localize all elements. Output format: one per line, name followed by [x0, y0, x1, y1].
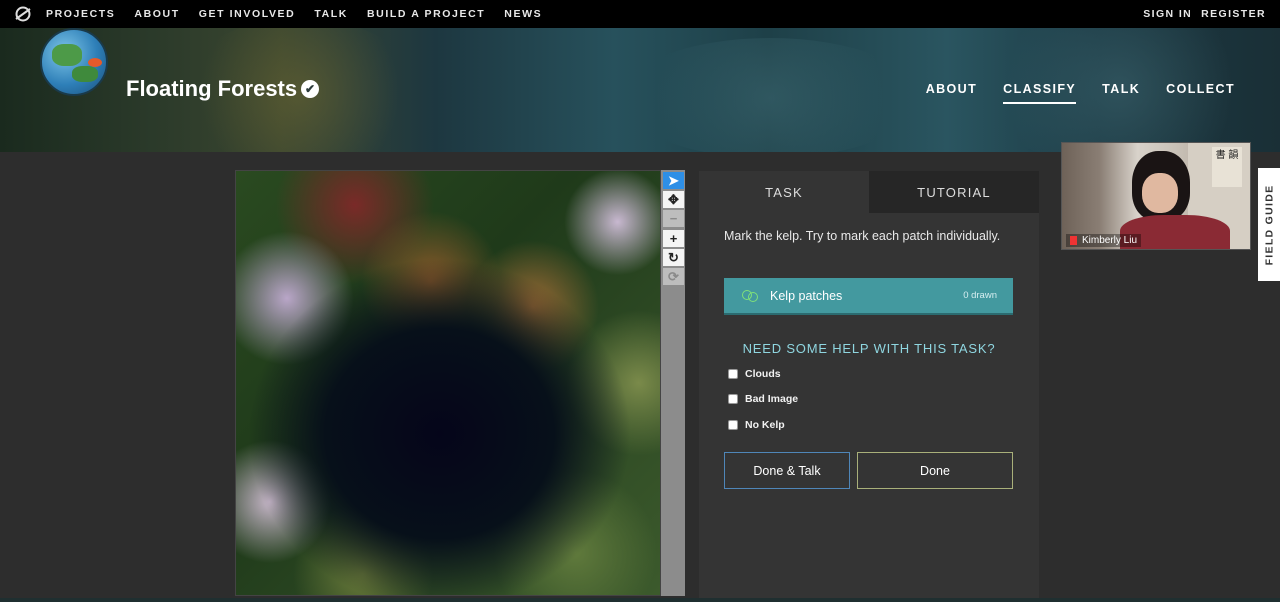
checkbox-clouds[interactable]: Clouds [728, 368, 781, 380]
task-tabs: TASK TUTORIAL [699, 171, 1039, 213]
video-call-overlay[interactable]: 書 韻 Kimberly Liu [1061, 142, 1251, 250]
tool-label: Kelp patches [770, 288, 843, 303]
page-bottom-edge [0, 598, 1280, 602]
avatar-land [72, 66, 98, 82]
checkbox-label: Bad Image [745, 393, 799, 405]
nav-news[interactable]: NEWS [504, 8, 542, 20]
checkbox-label: Clouds [745, 368, 781, 380]
tool-count: 0 drawn [963, 290, 997, 301]
participant-name-text: Kimberly Liu [1082, 235, 1138, 246]
pan-icon[interactable]: ✥ [663, 191, 684, 208]
tab-tutorial[interactable]: TUTORIAL [869, 171, 1039, 213]
nav-projects[interactable]: PROJECTS [46, 8, 115, 20]
checkbox-label: No Kelp [745, 419, 785, 431]
mic-muted-icon [1070, 236, 1077, 245]
field-guide-tab[interactable]: FIELD GUIDE [1258, 168, 1280, 281]
done-button[interactable]: Done [857, 452, 1013, 489]
checkbox-no-kelp[interactable]: No Kelp [728, 419, 785, 431]
task-panel: TASK TUTORIAL Mark the kelp. Try to mark… [699, 171, 1039, 602]
checkbox-box[interactable] [728, 369, 738, 379]
zooniverse-logo-icon[interactable] [0, 0, 46, 28]
reset-icon[interactable]: ⟳ [663, 268, 684, 285]
verified-badge-icon: ✔ [301, 80, 319, 98]
polygon-tool-icon [742, 289, 760, 303]
project-nav-about[interactable]: ABOUT [926, 82, 977, 104]
wall-art: 書 韻 [1212, 147, 1242, 187]
project-nav-talk[interactable]: TALK [1102, 82, 1140, 104]
project-title[interactable]: Floating Forests [126, 76, 297, 102]
top-navigation-bar: PROJECTS ABOUT GET INVOLVED TALK BUILD A… [0, 0, 1280, 28]
project-avatar[interactable] [40, 28, 108, 96]
project-nav-collect[interactable]: COLLECT [1166, 82, 1235, 104]
project-nav-classify[interactable]: CLASSIFY [1003, 82, 1077, 104]
avatar-fish [88, 58, 102, 67]
project-navigation: ABOUT CLASSIFY TALK COLLECT [900, 82, 1235, 104]
task-instruction: Mark the kelp. Try to mark each patch in… [724, 229, 1001, 243]
field-guide-label: FIELD GUIDE [1263, 184, 1275, 265]
checkbox-box[interactable] [728, 394, 738, 404]
subject-image[interactable] [235, 170, 661, 596]
checkbox-box[interactable] [728, 420, 738, 430]
zoom-in-icon[interactable]: + [663, 230, 684, 247]
nav-get-involved[interactable]: GET INVOLVED [199, 8, 296, 20]
done-and-talk-button[interactable]: Done & Talk [724, 452, 850, 489]
participant-name: Kimberly Liu [1066, 234, 1142, 247]
register-link[interactable]: REGISTER [1201, 8, 1266, 20]
nav-build-a-project[interactable]: BUILD A PROJECT [367, 8, 485, 20]
zoom-out-icon[interactable]: − [663, 210, 684, 227]
participant-face [1142, 173, 1178, 213]
checkbox-bad-image[interactable]: Bad Image [728, 393, 798, 405]
rotate-icon[interactable]: ↻ [663, 249, 684, 266]
nav-talk[interactable]: TALK [314, 8, 348, 20]
avatar-land [52, 44, 82, 66]
kelp-patches-tool-button[interactable]: Kelp patches 0 drawn [724, 278, 1013, 315]
pointer-icon[interactable]: ➤ [663, 172, 684, 189]
nav-about[interactable]: ABOUT [134, 8, 179, 20]
tab-task[interactable]: TASK [699, 171, 869, 213]
sign-in-link[interactable]: SIGN IN [1143, 8, 1192, 20]
help-title: NEED SOME HELP WITH THIS TASK? [742, 341, 996, 356]
hero-background [620, 38, 920, 152]
